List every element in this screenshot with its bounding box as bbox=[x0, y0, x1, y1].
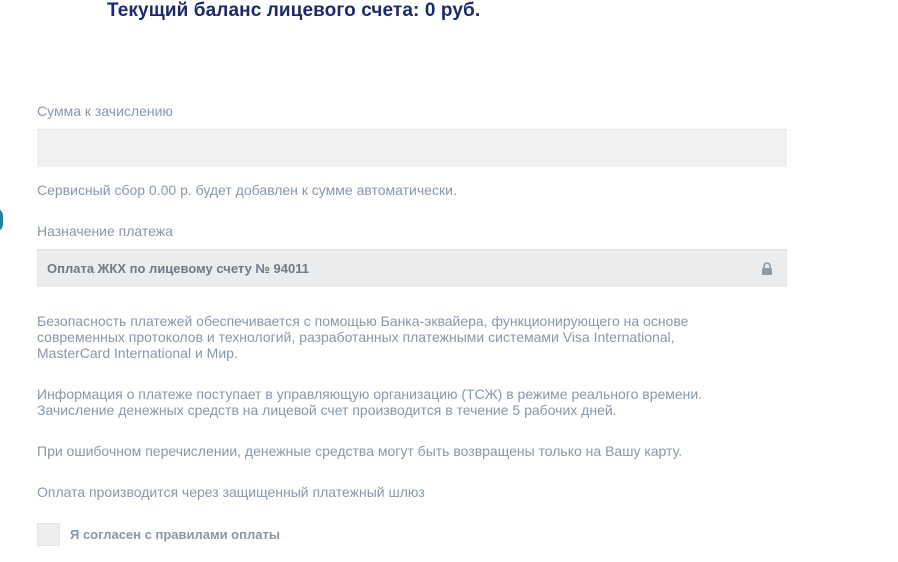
refund-info: При ошибочном перечислении, денежные сре… bbox=[37, 443, 683, 459]
side-step-indicator bbox=[0, 208, 3, 232]
security-info-line: MasterCard International и Мир. bbox=[37, 345, 238, 361]
realtime-info-line: Информация о платеже поступает в управля… bbox=[37, 386, 703, 402]
payment-form-page: Текущий баланс лицевого счета: 0 руб. Су… bbox=[0, 0, 898, 562]
purpose-value: Оплата ЖКХ по лицевому счету № 94011 bbox=[47, 261, 309, 276]
security-info-line: Безопасность платежей обеспечивается с п… bbox=[37, 313, 689, 329]
security-info: Безопасность платежей обеспечивается с п… bbox=[37, 313, 797, 361]
realtime-info-line: Зачисление денежных средств на лицевой с… bbox=[37, 402, 617, 418]
amount-input[interactable] bbox=[37, 129, 787, 167]
purpose-field: Оплата ЖКХ по лицевому счету № 94011 bbox=[37, 249, 787, 287]
security-info-line: современных протоколов и технологий, раз… bbox=[37, 329, 675, 345]
lock-icon bbox=[761, 262, 773, 275]
purpose-label: Назначение платежа bbox=[37, 223, 173, 239]
agreement-checkbox[interactable] bbox=[37, 523, 60, 546]
realtime-info: Информация о платеже поступает в управля… bbox=[37, 386, 797, 418]
agreement-row[interactable]: Я согласен с правилами оплаты bbox=[37, 523, 280, 546]
service-fee-note: Сервисный сбор 0.00 р. будет добавлен к … bbox=[37, 182, 457, 198]
amount-label: Сумма к зачислению bbox=[37, 103, 173, 119]
gateway-info: Оплата производится через защищенный пла… bbox=[37, 484, 425, 500]
balance-title: Текущий баланс лицевого счета: 0 руб. bbox=[107, 0, 481, 21]
agreement-label[interactable]: Я согласен с правилами оплаты bbox=[70, 527, 280, 542]
